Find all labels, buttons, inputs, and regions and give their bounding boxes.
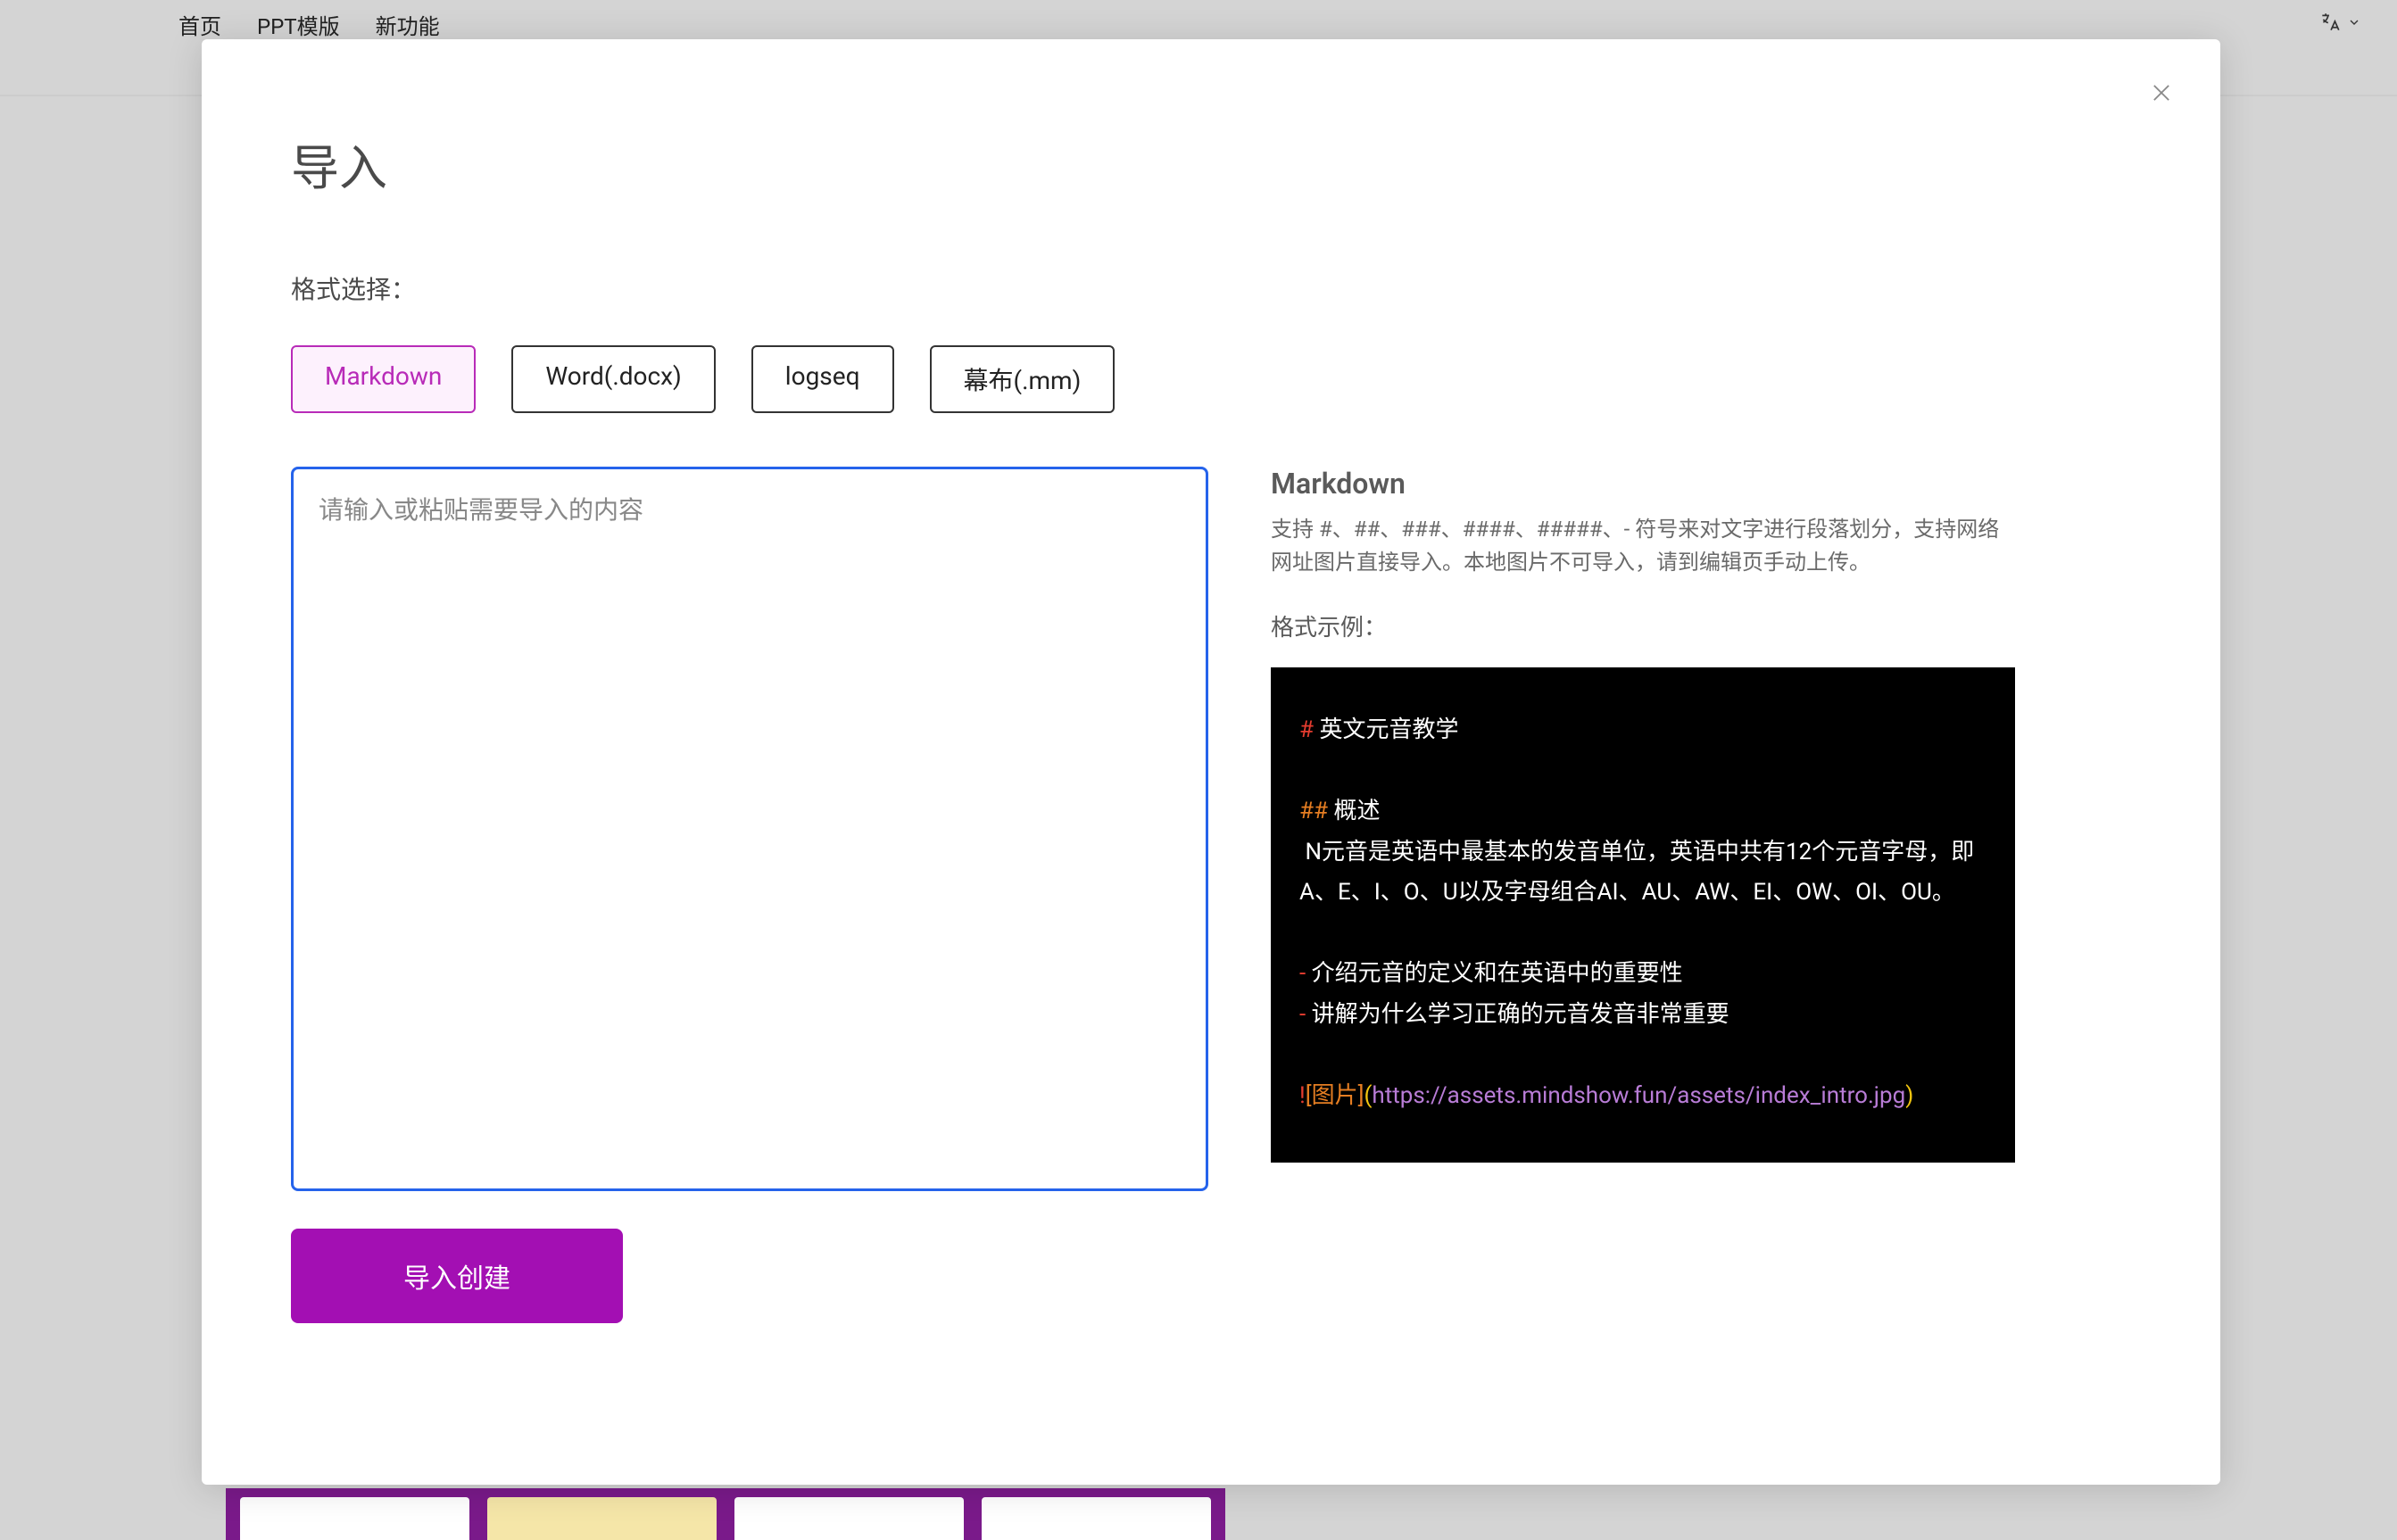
code-h2-marker: ## (1299, 798, 1333, 824)
bg-slide (982, 1497, 1211, 1540)
nav-home[interactable]: 首页 (178, 9, 221, 40)
code-body: N元音是英语中最基本的发音单位，英语中共有12个元音字母，即A、E、I、O、U以… (1299, 839, 1974, 907)
close-icon[interactable] (2149, 80, 2174, 105)
modal-title: 导入 (291, 128, 2131, 199)
code-img-bang: ! (1299, 1082, 1306, 1109)
chevron-down-icon (2347, 15, 2361, 29)
help-title: Markdown (1271, 467, 2011, 501)
tab-mubu[interactable]: 幕布(.mm) (930, 345, 1116, 413)
language-switch[interactable] (2318, 11, 2361, 34)
translate-icon (2318, 11, 2342, 34)
bg-slide (240, 1497, 469, 1540)
format-label: 格式选择： (291, 270, 2131, 306)
code-dash: - (1299, 960, 1312, 987)
tab-markdown[interactable]: Markdown (291, 345, 476, 413)
code-img-text: [图片] (1306, 1082, 1364, 1109)
import-modal: 导入 格式选择： Markdown Word(.docx) logseq 幕布(… (202, 39, 2220, 1485)
code-img-url: https://assets.mindshow.fun/assets/index… (1372, 1082, 1905, 1109)
example-label: 格式示例： (1271, 609, 2011, 642)
bg-slide (487, 1497, 717, 1540)
code-paren-close: ) (1905, 1082, 1913, 1109)
help-description: 支持 #、##、###、####、#####、- 符号来对文字进行段落划分，支持… (1271, 513, 2011, 579)
format-tabs: Markdown Word(.docx) logseq 幕布(.mm) (291, 345, 2131, 413)
code-bullet-2: 讲解为什么学习正确的元音发音非常重要 (1312, 1001, 1729, 1028)
code-dash: - (1299, 1001, 1312, 1028)
code-h2-text: 概述 (1333, 798, 1380, 824)
background-slides (226, 1488, 1225, 1540)
nav-new[interactable]: 新功能 (376, 9, 440, 40)
bg-slide (734, 1497, 964, 1540)
nav-templates[interactable]: PPT模版 (257, 9, 340, 40)
code-bullet-1: 介绍元音的定义和在英语中的重要性 (1312, 960, 1683, 987)
import-textarea[interactable] (291, 467, 1208, 1191)
code-h1-text: 英文元音教学 (1319, 716, 1458, 743)
import-create-button[interactable]: 导入创建 (291, 1229, 623, 1323)
format-example-code: # 英文元音教学 ## 概述 N元音是英语中最基本的发音单位，英语中共有12个元… (1271, 667, 2015, 1163)
tab-logseq[interactable]: logseq (751, 345, 894, 413)
tab-word[interactable]: Word(.docx) (511, 345, 715, 413)
code-h1-marker: # (1299, 716, 1319, 743)
